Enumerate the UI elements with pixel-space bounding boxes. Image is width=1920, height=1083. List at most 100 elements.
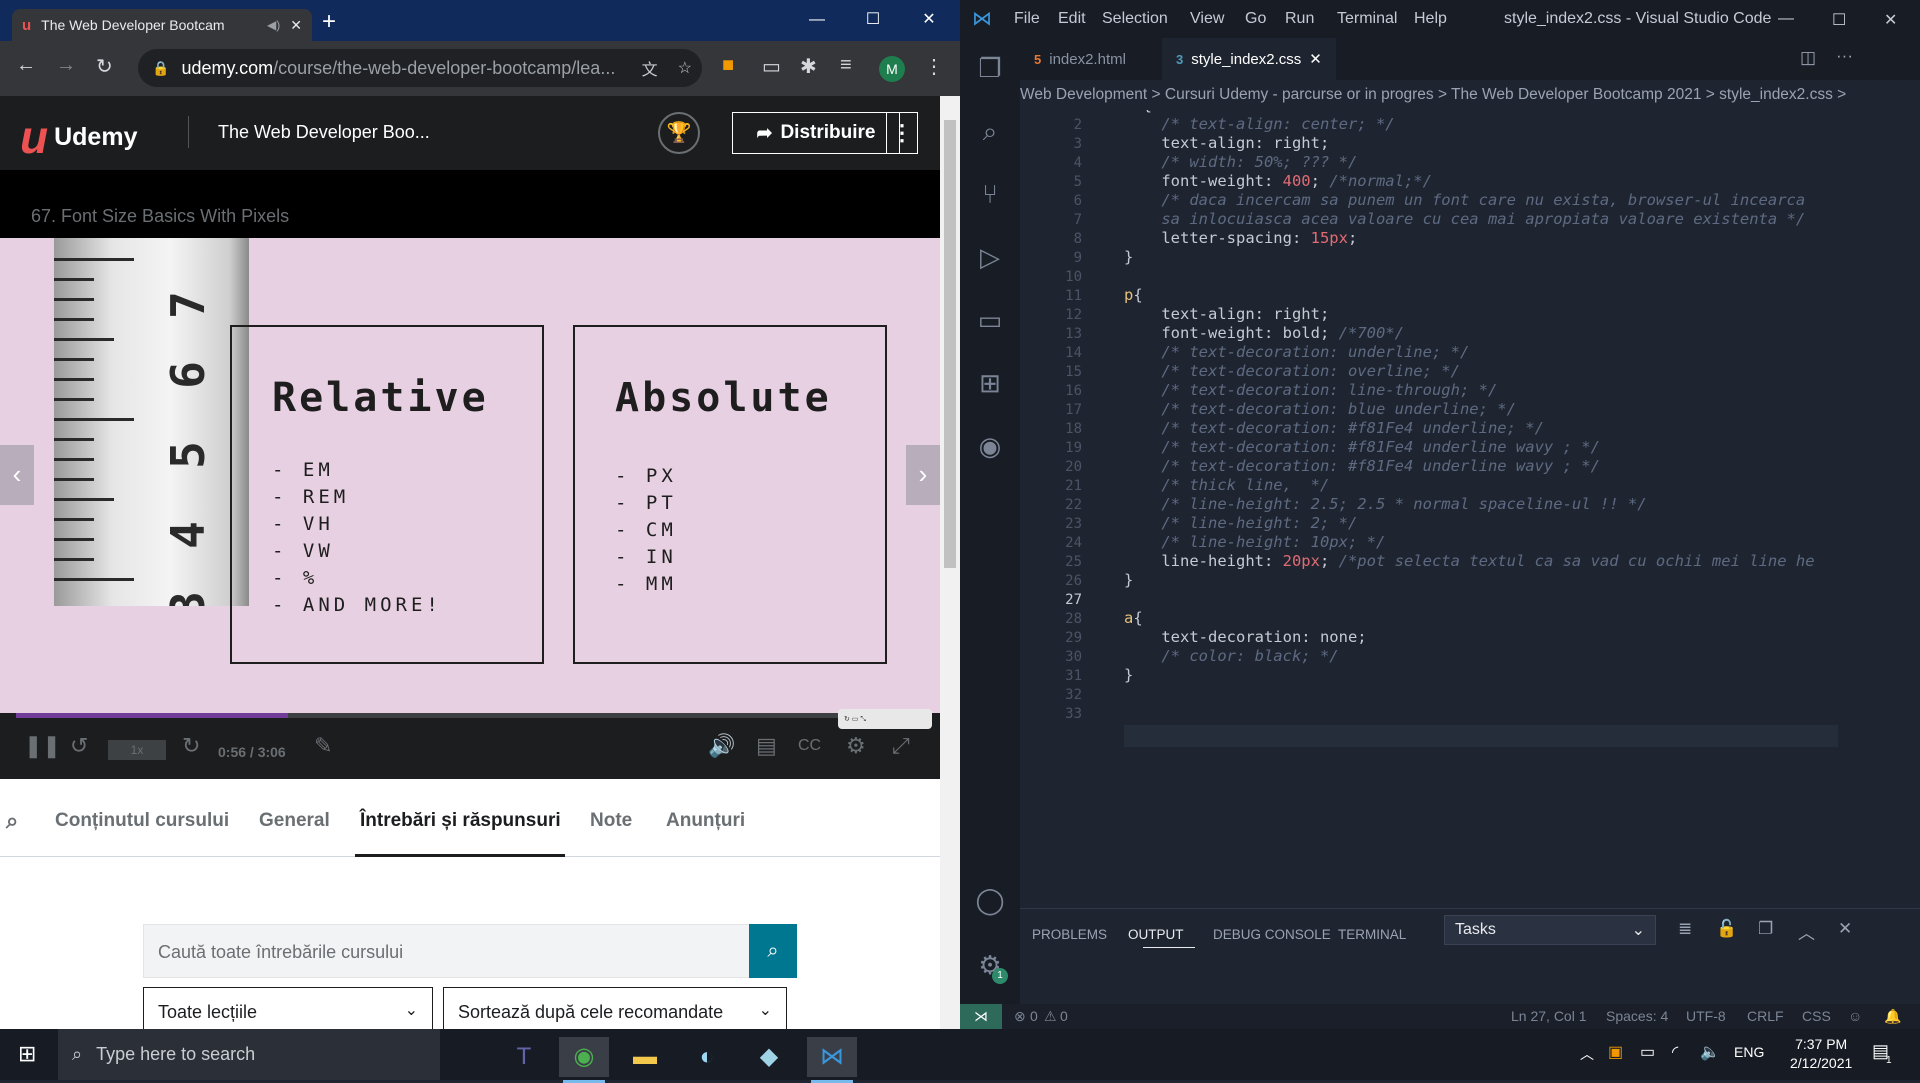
tab-terminal[interactable]: TERMINAL [1338, 927, 1406, 942]
new-tab-button[interactable]: + [322, 8, 336, 36]
bookmark-star-icon[interactable]: ☆ [678, 58, 692, 78]
close-tab-icon[interactable]: ✕ [290, 17, 302, 34]
run-debug-icon[interactable]: ▷ [972, 239, 1008, 275]
pause-icon[interactable]: ❚❚ [24, 733, 61, 759]
trophy-icon[interactable]: 🏆 [658, 112, 700, 154]
lock-scroll-icon[interactable]: 🔓 [1716, 919, 1737, 939]
accounts-icon[interactable]: ◯ [972, 882, 1008, 918]
extensions-icon[interactable]: ⊞ [972, 365, 1008, 401]
menu-run[interactable]: Run [1285, 10, 1314, 28]
volume-icon[interactable]: 🔈 [1700, 1042, 1720, 1062]
tab-overview[interactable]: General [259, 810, 330, 832]
menu-view[interactable]: View [1190, 10, 1224, 28]
paint-icon[interactable]: ◐ [682, 1037, 732, 1077]
menu-edit[interactable]: Edit [1058, 10, 1086, 28]
encoding[interactable]: UTF-8 [1686, 1004, 1726, 1029]
windows-start-icon[interactable]: ⊞ [18, 1041, 36, 1067]
sort-select[interactable]: Sortează după cele recomandate ⌄ [443, 987, 787, 1029]
language-mode[interactable]: CSS [1802, 1004, 1831, 1029]
tab-output[interactable]: OUTPUT [1128, 927, 1184, 942]
address-bar[interactable]: 🔒 udemy.com/course/the-web-developer-boo… [138, 49, 702, 87]
fullscreen-icon[interactable]: ⤢ [892, 733, 910, 759]
search-icon[interactable]: ⌕ [972, 113, 1008, 149]
show-hidden-icons[interactable]: ︿ [1580, 1044, 1594, 1064]
close-window-button[interactable]: ✕ [1884, 10, 1897, 30]
close-tab-icon[interactable]: ✕ [1309, 50, 1322, 68]
more-actions-icon[interactable]: ··· [1836, 46, 1853, 66]
transcript-icon[interactable]: ▤ [756, 733, 777, 759]
tab-debug-console[interactable]: DEBUG CONSOLE [1213, 927, 1331, 942]
error-count[interactable]: 0 [1030, 1004, 1038, 1029]
lesson-filter-select[interactable]: Toate lecțiile ⌄ [143, 987, 433, 1029]
rewind-icon[interactable]: ↺ [70, 733, 88, 759]
close-panel-icon[interactable]: ✕ [1838, 919, 1852, 939]
open-in-editor-icon[interactable]: ❐ [1758, 919, 1773, 939]
forward-icon[interactable]: → [56, 54, 76, 77]
maximize-button[interactable]: ☐ [850, 4, 896, 36]
file-explorer-icon[interactable]: ▬ [620, 1037, 670, 1077]
notes-app-icon[interactable]: ◆ [744, 1037, 794, 1077]
vscode-app-icon[interactable]: ⋈ [807, 1037, 857, 1083]
settings-gear-icon[interactable]: ⚙ [846, 733, 866, 759]
notifications-bell-icon[interactable]: 🔔 [1884, 1004, 1901, 1029]
extension-icon[interactable]: ■ [722, 54, 734, 77]
menu-help[interactable]: Help [1414, 10, 1447, 28]
git-graph-icon[interactable]: ◉ [972, 428, 1008, 464]
maximize-panel-icon[interactable]: ︿ [1798, 919, 1815, 944]
wifi-icon[interactable]: ◜ [1672, 1042, 1678, 1062]
remote-explorer-icon[interactable]: ▭ [972, 302, 1008, 338]
video-slide[interactable]: 7 6 5 4 3 Relative - EM - REM - VH - VW … [0, 238, 940, 713]
menu-file[interactable]: File [1014, 10, 1040, 28]
tab-announcements[interactable]: Anunțuri [666, 810, 745, 832]
menu-terminal[interactable]: Terminal [1337, 10, 1397, 28]
line-endings[interactable]: CRLF [1747, 1004, 1784, 1029]
menu-go[interactable]: Go [1245, 10, 1266, 28]
language-indicator[interactable]: ENG [1734, 1044, 1764, 1060]
note-icon[interactable]: ✎ [314, 733, 332, 759]
tab-index2-html[interactable]: 5 index2.html [1020, 38, 1140, 80]
browser-tab[interactable]: u The Web Developer Bootcam ◀) ✕ [12, 9, 312, 41]
extensions-puzzle-icon[interactable]: ✱ [800, 54, 817, 79]
clock[interactable]: 7:37 PM 2/12/2021 [1790, 1035, 1852, 1073]
share-button[interactable]: ➦ Distribuire [732, 112, 900, 154]
captions-icon[interactable]: CC [798, 737, 821, 755]
tab-problems[interactable]: PROBLEMS [1032, 927, 1107, 942]
tray-app-icon[interactable]: ▣ [1608, 1042, 1623, 1062]
source-control-icon[interactable]: ⑂ [972, 176, 1008, 212]
more-options-button[interactable]: ⋮ [886, 112, 918, 154]
media-control-icon[interactable]: ≡ [840, 54, 852, 77]
chrome-app-icon[interactable]: ◉ [559, 1037, 609, 1083]
indentation[interactable]: Spaces: 4 [1606, 1004, 1668, 1029]
profile-avatar[interactable]: M [879, 56, 905, 82]
clear-output-icon[interactable]: ≣ [1678, 919, 1692, 939]
feedback-icon[interactable]: ☺ [1848, 1004, 1862, 1029]
remote-indicator-icon[interactable]: ⋊ [960, 1004, 1002, 1029]
battery-icon[interactable]: ▭ [1640, 1042, 1655, 1062]
back-icon[interactable]: ← [16, 54, 36, 77]
cursor-position[interactable]: Ln 27, Col 1 [1511, 1004, 1587, 1029]
breadcrumb[interactable]: Web Development > Cursuri Udemy - parcur… [1020, 80, 1920, 110]
tab-style-index2-css[interactable]: 3 style_index2.css ✕ [1162, 38, 1336, 80]
tab-notes[interactable]: Note [590, 810, 632, 832]
search-icon[interactable]: ⌕ [6, 808, 18, 834]
volume-icon[interactable]: 🔊 [708, 733, 735, 759]
qa-search-input[interactable]: Caută toate întrebările cursului [143, 924, 797, 978]
output-channel-select[interactable]: Tasks ⌄ [1444, 915, 1656, 945]
taskbar-search[interactable]: ⌕ Type here to search [58, 1029, 440, 1080]
tab-qa[interactable]: Întrebări și răspunsuri [360, 810, 561, 832]
chrome-menu-icon[interactable]: ⋮ [924, 54, 944, 79]
split-editor-icon[interactable]: ◫ [1800, 48, 1816, 68]
error-icon[interactable]: ⊗ [1014, 1004, 1026, 1029]
speaker-icon[interactable]: ◀) [267, 18, 280, 32]
close-window-button[interactable]: ✕ [906, 4, 952, 36]
next-lecture-arrow-icon[interactable]: › [906, 445, 940, 505]
progress-bar[interactable] [16, 713, 924, 718]
minimize-button[interactable]: — [1778, 10, 1794, 28]
explorer-icon[interactable]: ❐ [972, 50, 1008, 86]
minimize-button[interactable]: — [794, 4, 840, 36]
teams-icon[interactable]: T [499, 1037, 549, 1077]
previous-lecture-arrow-icon[interactable]: ‹ [0, 445, 34, 505]
maximize-button[interactable]: ☐ [1832, 10, 1846, 30]
tab-course-content[interactable]: Conținutul cursului [55, 810, 229, 832]
warning-count[interactable]: 0 [1060, 1004, 1068, 1029]
